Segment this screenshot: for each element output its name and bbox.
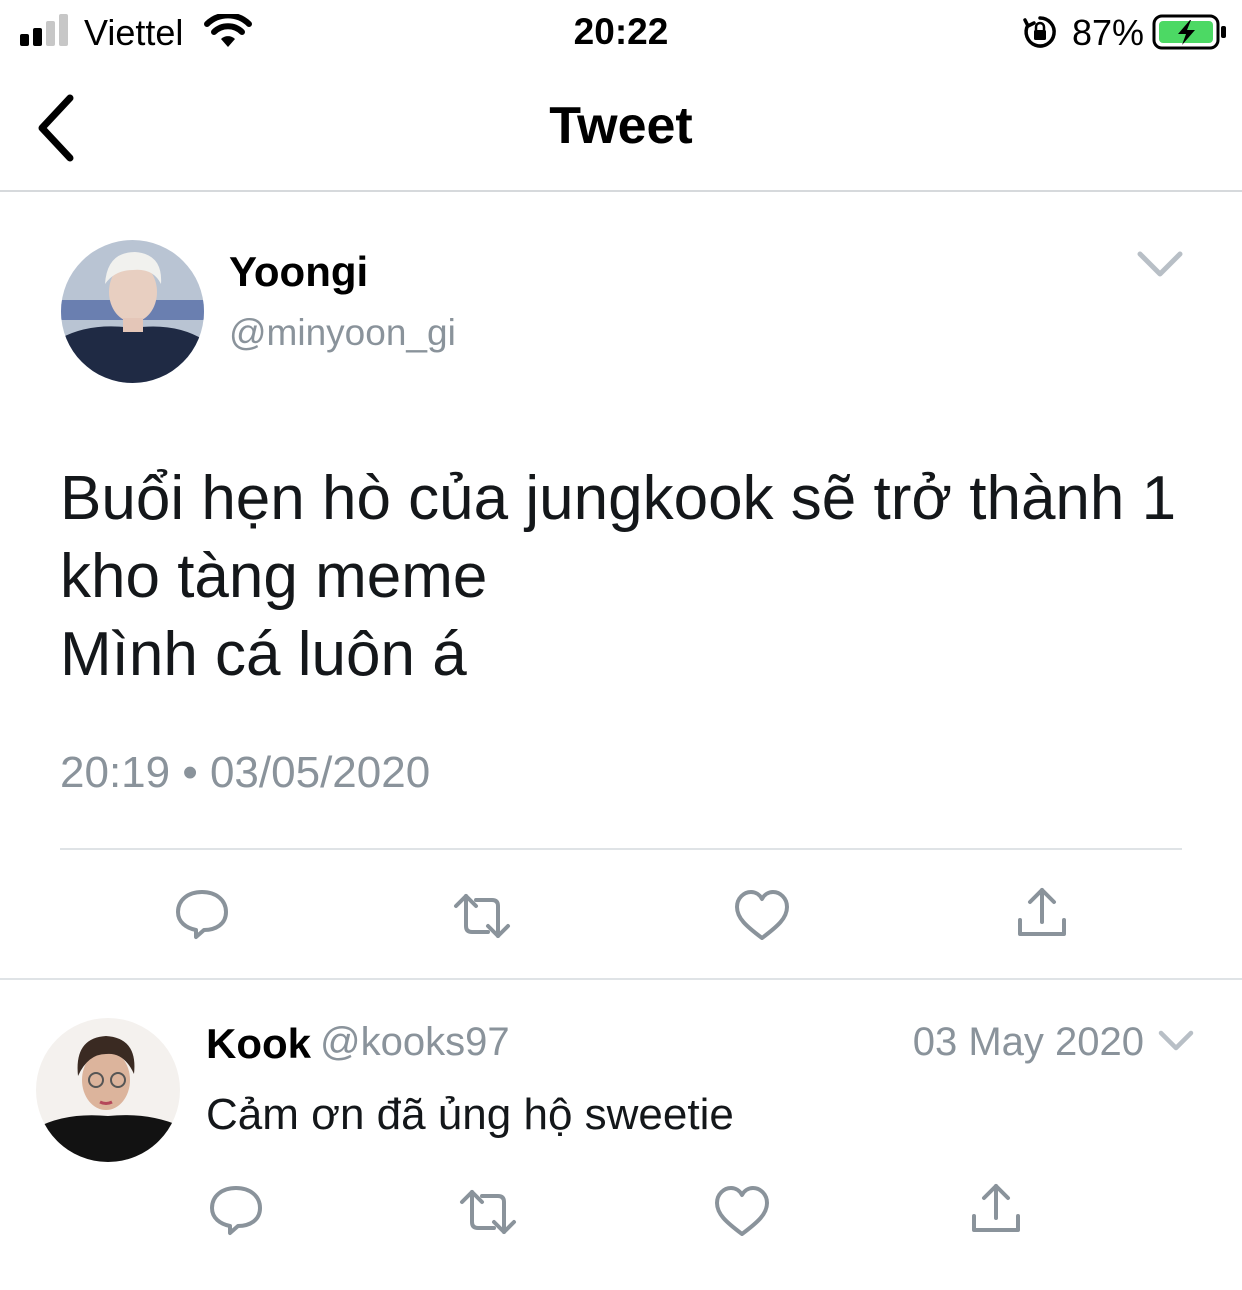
avatar[interactable] [61,240,204,383]
avatar-photo-yoongi [61,240,204,383]
retweet-icon[interactable] [452,886,512,946]
orientation-lock-icon [1023,16,1056,48]
user-handle[interactable]: @minyoon_gi [229,312,456,354]
user-handle[interactable]: @kooks97 [320,1020,510,1065]
chevron-down-icon[interactable] [1134,246,1186,282]
section-divider [0,978,1242,980]
chevron-down-icon[interactable] [1156,1026,1196,1056]
tweet-text: Cảm ơn đã ủng hộ sweetie [206,1090,734,1139]
share-icon[interactable] [966,1180,1026,1240]
retweet-icon[interactable] [458,1182,518,1242]
avatar-photo-kook [36,1018,180,1162]
tweet-timestamp: 20:19 • 03/05/2020 [60,748,431,797]
like-icon[interactable] [732,886,792,946]
like-icon[interactable] [712,1182,772,1242]
avatar[interactable] [36,1018,180,1162]
display-name[interactable]: Kook [206,1020,311,1068]
tweet-text-line: Mình cá luôn á [60,620,467,689]
page-title: Tweet [549,97,693,155]
reply-icon[interactable] [172,884,232,944]
tweet-text-line: Buổi hẹn hò của jungkook sẽ trở thành 1 [60,464,1177,533]
battery-charging-icon [1152,14,1226,50]
tweet-text-line: kho tàng meme [60,542,488,611]
display-name[interactable]: Yoongi [229,248,368,296]
tweet-date: 03 May 2020 [912,1020,1144,1064]
divider [60,848,1182,850]
status-bar: Viettel 20:22 87% [0,0,1242,70]
tweet-text: Buổi hẹn hò của jungkook sẽ trở thành 1 … [60,460,1210,694]
nav-bar: Tweet [0,70,1242,192]
battery-percentage: 87% [1072,12,1145,53]
share-icon[interactable] [1012,884,1072,944]
reply-icon[interactable] [206,1180,266,1240]
